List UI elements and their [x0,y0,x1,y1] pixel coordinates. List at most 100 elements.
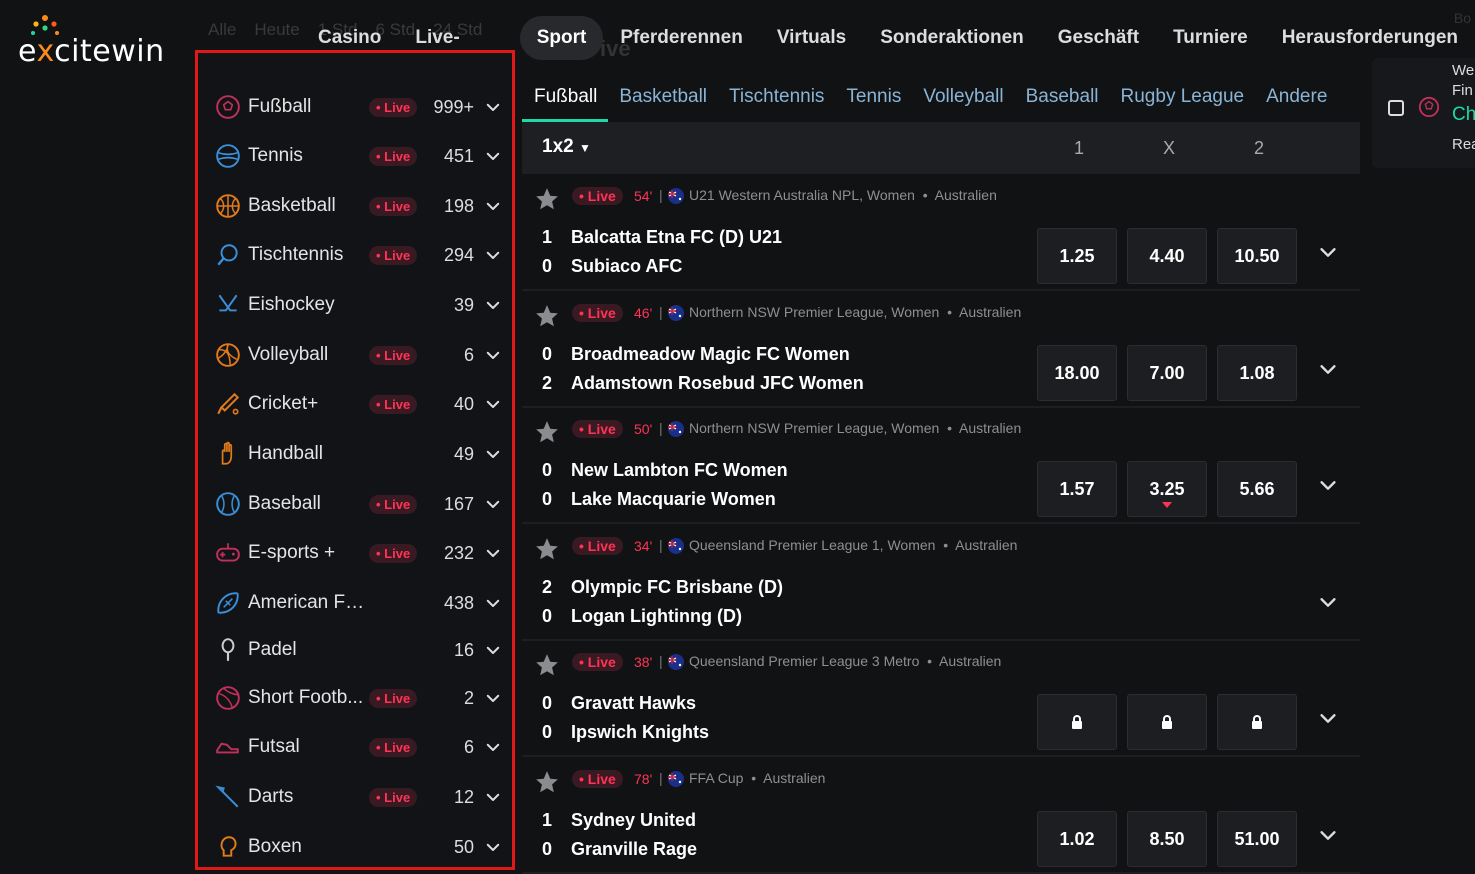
favorite-star-icon[interactable] [534,652,560,678]
home-team[interactable]: New Lambton FC Women [571,460,788,481]
odds-button[interactable]: 18.00 [1037,345,1117,401]
separator: | [659,770,663,786]
sidebar-item-short-footb[interactable]: Short Footb... • Live 2 [214,678,504,718]
sidebar-item-handball[interactable]: Handball 49 [214,434,504,474]
sidebar-item-e-sports[interactable]: E-sports + • Live 232 [214,533,504,573]
match-row[interactable]: • Live 54' | U21 Western Australia NPL, … [522,176,1360,291]
away-team[interactable]: Lake Macquarie Women [571,489,776,510]
favorite-star-icon[interactable] [534,769,560,795]
away-team[interactable]: Subiaco AFC [571,256,682,277]
odds-button[interactable]: 8.50 [1127,811,1207,867]
home-team[interactable]: Sydney United [571,810,696,831]
sidebar-item-cricket[interactable]: Cricket+ • Live 40 [214,384,504,424]
league-name[interactable]: Queensland Premier League 1, Women • Aus… [689,537,1017,553]
chevron-down-icon[interactable] [484,641,502,659]
chevron-down-icon[interactable] [1317,707,1339,729]
chevron-down-icon[interactable] [484,395,502,413]
league-name[interactable]: Northern NSW Premier League, Women • Aus… [689,304,1021,320]
odds-button[interactable]: 5.66 [1217,461,1297,517]
home-team[interactable]: Olympic FC Brisbane (D) [571,577,783,598]
chevron-down-icon[interactable] [484,98,502,116]
chevron-down-icon[interactable] [484,838,502,856]
sidebar-item-fußball[interactable]: Fußball • Live 999+ [214,87,504,127]
subnav-tab-baseball[interactable]: Baseball [1015,70,1110,122]
subnav-tab-volleyball[interactable]: Volleyball [912,70,1014,122]
home-team[interactable]: Broadmeadow Magic FC Women [571,344,850,365]
home-team[interactable]: Gravatt Hawks [571,693,696,714]
chevron-down-icon[interactable] [1317,358,1339,380]
chevron-down-icon[interactable] [1317,241,1339,263]
odds-button[interactable]: 1.02 [1037,811,1117,867]
favorite-star-icon[interactable] [534,419,560,445]
sidebar-item-baseball[interactable]: Baseball • Live 167 [214,484,504,524]
nav-item-sport[interactable]: Sport [519,16,604,60]
sidebar-item-futsal[interactable]: Futsal • Live 6 [214,727,504,767]
match-row[interactable]: • Live 46' | Northern NSW Premier League… [522,293,1360,408]
odds-button[interactable]: 4.40 [1127,228,1207,284]
away-team[interactable]: Ipswich Knights [571,722,709,743]
league-name[interactable]: Northern NSW Premier League, Women • Aus… [689,420,1021,436]
time-filter-tab[interactable]: Alle [208,20,236,40]
match-row[interactable]: • Live 34' | Queensland Premier League 1… [522,526,1360,641]
odds-button[interactable]: 10.50 [1217,228,1297,284]
chevron-down-icon[interactable] [484,689,502,707]
chevron-down-icon[interactable] [484,197,502,215]
favorite-star-icon[interactable] [534,303,560,329]
chevron-down-icon[interactable] [484,495,502,513]
nav-item-turniere[interactable]: Turniere [1156,16,1265,60]
odds-button[interactable]: 51.00 [1217,811,1297,867]
chevron-down-icon[interactable] [484,738,502,756]
sidebar-item-darts[interactable]: Darts • Live 12 [214,777,504,817]
sidebar-item-tennis[interactable]: Tennis • Live 451 [214,136,504,176]
subnav-tab-tennis[interactable]: Tennis [835,70,912,122]
time-filter-tab[interactable]: Heute [254,20,299,40]
sidebar-item-volleyball[interactable]: Volleyball • Live 6 [214,335,504,375]
nav-item-pferderennen[interactable]: Pferderennen [603,16,759,60]
away-team[interactable]: Logan Lightinng (D) [571,606,742,627]
chevron-down-icon[interactable] [484,346,502,364]
subnav-tab-basketball[interactable]: Basketball [608,70,718,122]
odds-button[interactable]: 1.08 [1217,345,1297,401]
match-row[interactable]: • Live 38' | Queensland Premier League 3… [522,642,1360,757]
event-count: 49 [453,443,474,464]
sidebar-item-eishockey[interactable]: Eishockey 39 [214,285,504,325]
sidebar-item-padel[interactable]: Padel 16 [214,630,504,670]
sidebar-item-tischtennis[interactable]: Tischtennis • Live 294 [214,235,504,275]
chevron-down-icon[interactable] [484,246,502,264]
excitewin-logo[interactable]: excitewin [18,14,178,70]
chevron-down-icon[interactable] [484,594,502,612]
league-name[interactable]: U21 Western Australia NPL, Women • Austr… [689,187,997,203]
chevron-down-icon[interactable] [484,788,502,806]
chevron-down-icon[interactable] [484,445,502,463]
chevron-down-icon[interactable] [1317,824,1339,846]
subnav-tab-tischtennis[interactable]: Tischtennis [718,70,835,122]
subnav-tab-rugby-league[interactable]: Rugby League [1110,70,1256,122]
subnav-tab-andere[interactable]: Andere [1255,70,1338,122]
nav-item-virtuals[interactable]: Virtuals [760,16,863,60]
favorite-star-icon[interactable] [534,536,560,562]
away-team[interactable]: Adamstown Rosebud JFC Women [571,373,864,394]
odds-button[interactable]: 7.00 [1127,345,1207,401]
nav-item-sonderaktionen[interactable]: Sonderaktionen [863,16,1041,60]
odds-button[interactable]: 3.25 [1127,461,1207,517]
chevron-down-icon[interactable] [484,147,502,165]
chevron-down-icon[interactable] [1317,591,1339,613]
nav-item-gesch-ft[interactable]: Geschäft [1041,16,1156,60]
league-name[interactable]: FFA Cup • Australien [689,770,825,786]
chevron-down-icon[interactable] [1317,474,1339,496]
favorite-star-icon[interactable] [534,186,560,212]
league-name[interactable]: Queensland Premier League 3 Metro • Aust… [689,653,1001,669]
chevron-down-icon[interactable] [484,296,502,314]
odds-button[interactable]: 1.25 [1037,228,1117,284]
sidebar-item-boxen[interactable]: Boxen 50 [214,827,504,867]
odds-button[interactable]: 1.57 [1037,461,1117,517]
chevron-down-icon[interactable] [484,544,502,562]
match-row[interactable]: • Live 50' | Northern NSW Premier League… [522,409,1360,524]
home-team[interactable]: Balcatta Etna FC (D) U21 [571,227,782,248]
sidebar-item-basketball[interactable]: Basketball • Live 198 [214,186,504,226]
nav-item-herausforderungen[interactable]: Herausforderungen [1265,16,1475,60]
subnav-tab-fußball[interactable]: Fußball [522,70,609,122]
sidebar-item-american-fussball[interactable]: American Fussball 438 [214,583,504,623]
market-selector[interactable]: 1x2 ▼ [542,136,591,158]
checkbox[interactable] [1388,100,1404,116]
